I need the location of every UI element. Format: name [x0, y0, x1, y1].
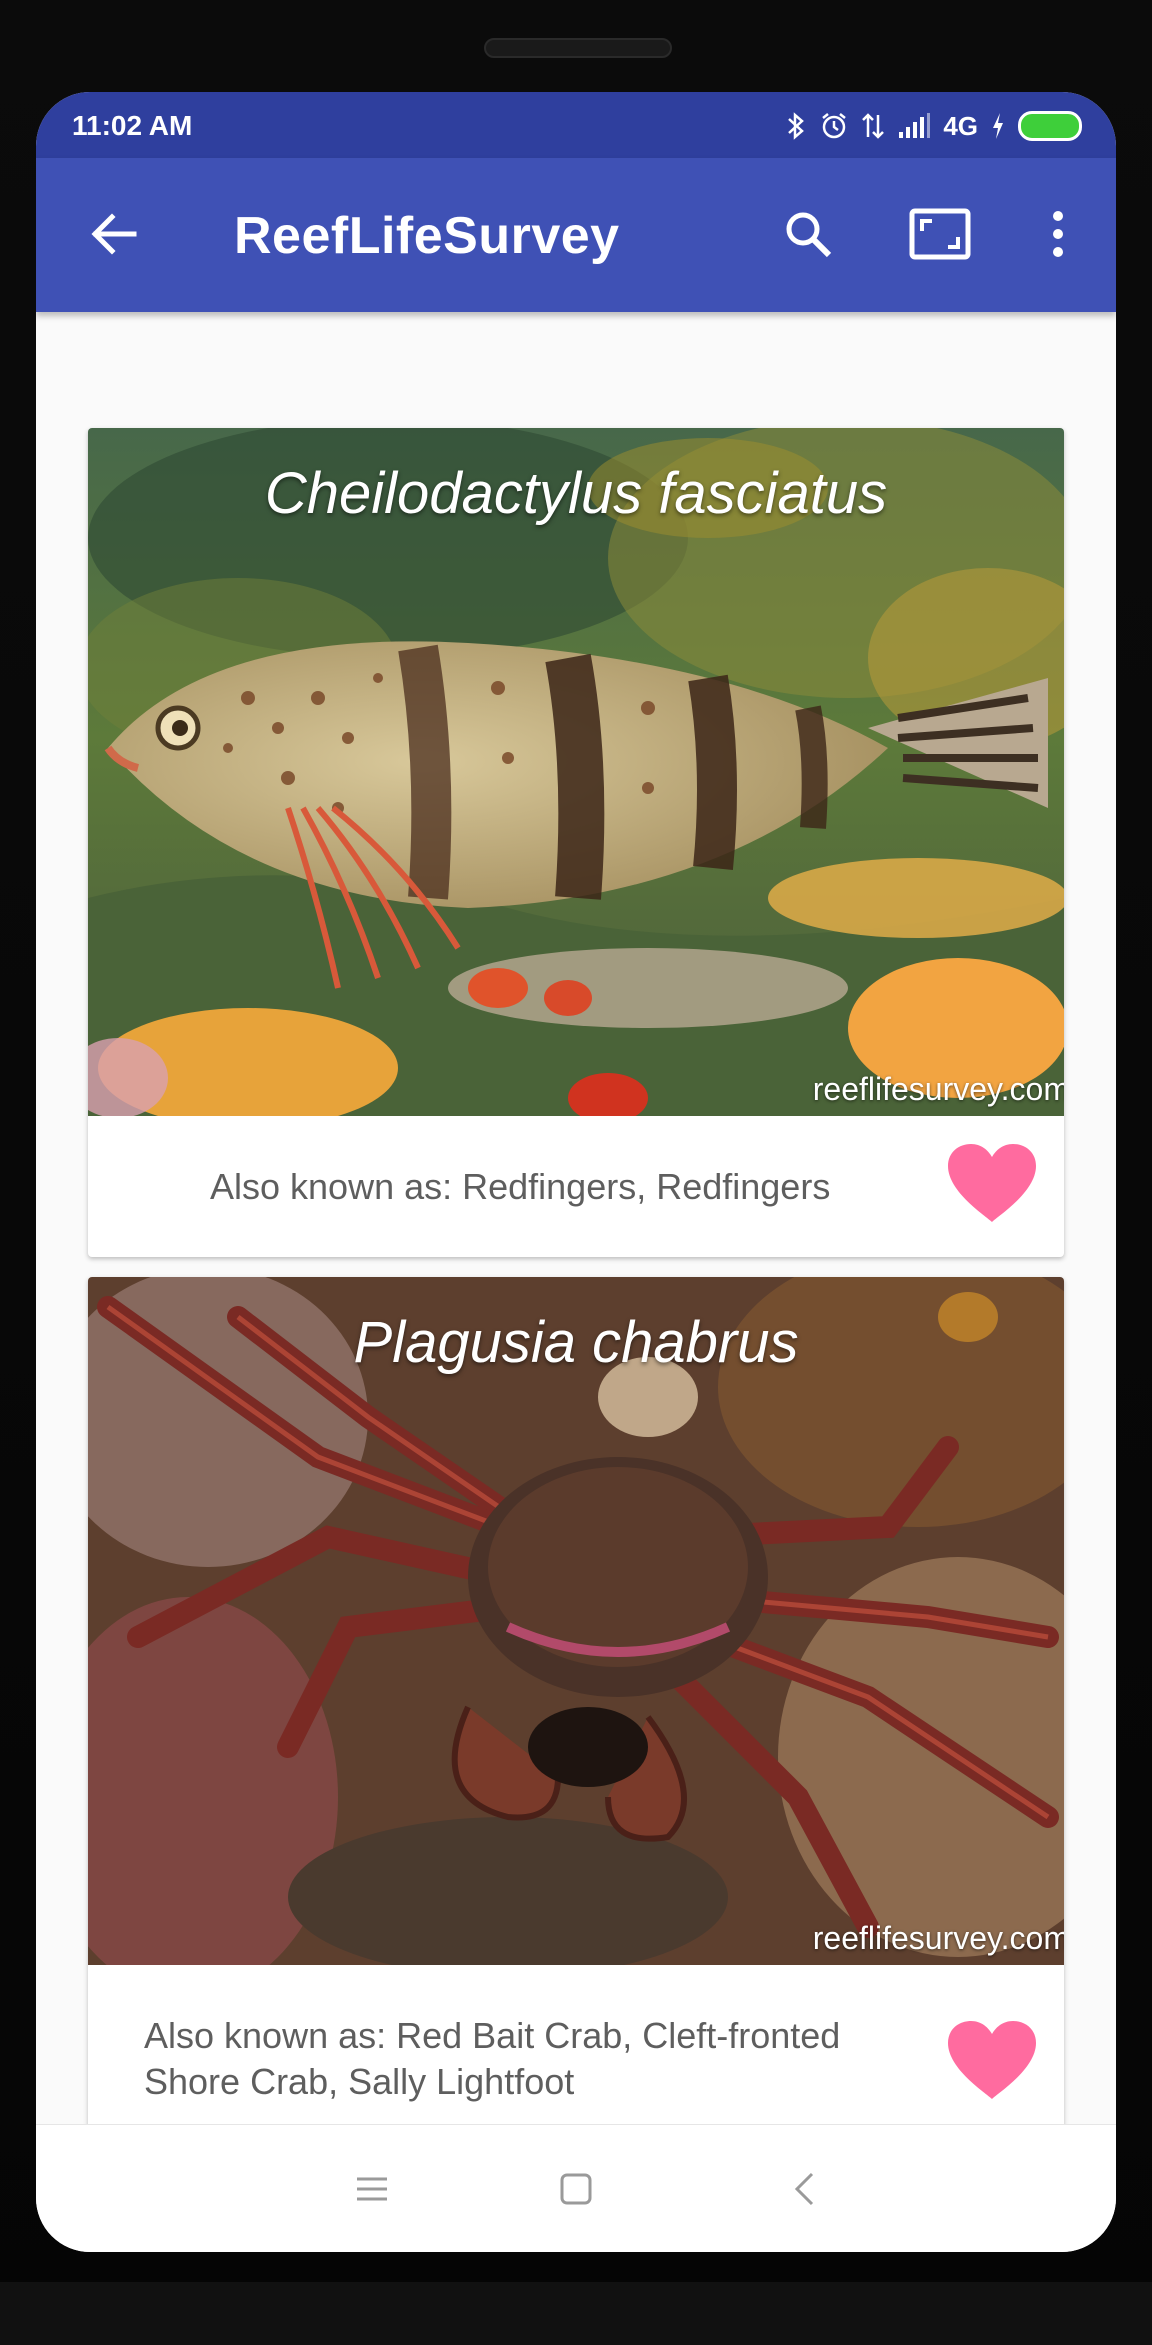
charging-icon: [993, 113, 1003, 139]
photo-watermark: reeflifesurvey.com: [812, 1071, 1064, 1107]
species-list[interactable]: Cheilodactylus fasciatus reeflifesurvey.…: [36, 312, 1116, 2217]
photo-watermark: reeflifesurvey.com: [812, 1920, 1064, 1956]
status-icons: 4G: [785, 108, 1082, 144]
more-options-button[interactable]: [1026, 202, 1090, 266]
app-title: ReefLifeSurvey: [234, 207, 620, 265]
phone-frame: 11:02 AM 4G ReefLifeSurvey Cheilodactylu…: [0, 0, 1152, 2345]
also-known-as: Also known as: Red Bait Crab, Cleft-fron…: [144, 2015, 841, 2102]
network-type: 4G: [943, 110, 978, 141]
species-scientific-name: Plagusia chabrus: [353, 1310, 799, 1375]
back-arrow-button[interactable]: [86, 206, 142, 262]
fullscreen-icon: [909, 208, 971, 260]
status-time: 11:02 AM: [72, 110, 193, 141]
search-icon: [786, 212, 832, 258]
species-photo-fish[interactable]: Cheilodactylus fasciatus reeflifesurvey.…: [88, 428, 1064, 1116]
bottom-bezel: [0, 2282, 1152, 2345]
species-card[interactable]: Cheilodactylus fasciatus reeflifesurvey.…: [88, 428, 1064, 1257]
also-known-as: Also known as: Redfingers, Redfingers: [210, 1166, 831, 1207]
favorite-heart-icon[interactable]: [946, 1142, 1038, 1226]
card-footer: Also known as: Redfingers, Redfingers: [88, 1116, 1064, 1257]
screen: 11:02 AM 4G ReefLifeSurvey Cheilodactylu…: [36, 92, 1116, 2252]
species-photo-crab[interactable]: Plagusia chabrus reeflifesurvey.com: [88, 1277, 1064, 1965]
home-nav-button[interactable]: [554, 2167, 598, 2211]
species-scientific-name: Cheilodactylus fasciatus: [264, 461, 888, 526]
back-arrow-icon: [91, 213, 137, 255]
search-button[interactable]: [776, 202, 840, 266]
data-arrows-icon: [862, 113, 885, 139]
back-nav-button[interactable]: [782, 2167, 826, 2211]
menu-nav-button[interactable]: [350, 2167, 394, 2211]
back-icon: [794, 2172, 814, 2206]
bluetooth-icon: [788, 112, 805, 140]
home-icon: [560, 2173, 592, 2205]
status-bar: 11:02 AM 4G: [36, 92, 1116, 158]
more-vert-icon: [1053, 211, 1063, 257]
app-bar: ReefLifeSurvey: [36, 158, 1116, 312]
species-card[interactable]: Plagusia chabrus reeflifesurvey.com Also…: [88, 1277, 1064, 2157]
signal-icon: [899, 113, 931, 138]
battery-icon: [1018, 111, 1082, 141]
menu-icon: [357, 2177, 387, 2201]
system-nav-bar: [36, 2124, 1116, 2252]
speaker-grille: [484, 38, 672, 58]
fullscreen-button[interactable]: [908, 202, 972, 266]
alarm-icon: [822, 113, 847, 139]
favorite-heart-icon[interactable]: [946, 2019, 1038, 2103]
